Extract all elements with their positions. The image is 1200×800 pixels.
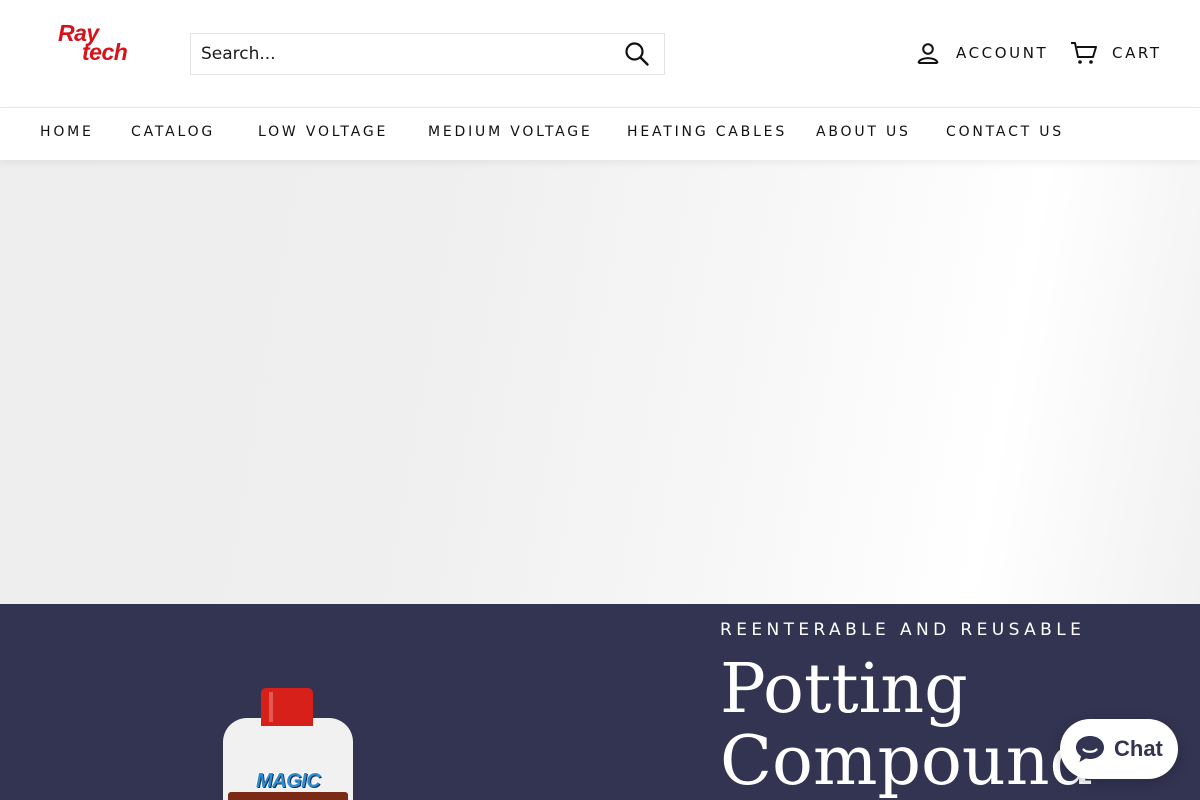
hero-banner-placeholder <box>0 160 1200 604</box>
account-label: ACCOUNT <box>956 44 1049 62</box>
nav-item-medium-voltage[interactable]: MEDIUM VOLTAGE <box>428 124 593 140</box>
nav-item-contact-us[interactable]: CONTACT US <box>946 124 1064 140</box>
promo-section: MAGIC REENTERABLE AND REUSABLE Potting C… <box>0 604 1200 800</box>
bottle-cap <box>261 688 313 726</box>
raytech-logo[interactable]: Ray tech <box>58 22 144 66</box>
promo-eyebrow: REENTERABLE AND REUSABLE <box>720 620 1086 640</box>
chat-button[interactable]: Chat <box>1060 719 1178 779</box>
nav-item-home[interactable]: HOME <box>40 124 94 140</box>
chat-label: Chat <box>1114 736 1163 761</box>
site-header: Ray tech ACCOUNT CART <box>0 0 1200 107</box>
search-bar <box>190 33 665 75</box>
user-icon <box>917 43 939 64</box>
bottle-label-stripe <box>228 792 348 800</box>
promo-title-line1: Potting <box>720 650 968 729</box>
search-button[interactable] <box>624 41 650 67</box>
nav-item-catalog[interactable]: CATALOG <box>131 124 215 140</box>
bottle-label-text: MAGIC <box>256 770 321 792</box>
search-input[interactable] <box>191 34 611 74</box>
chat-bubble-icon <box>1076 736 1104 762</box>
search-icon <box>625 42 649 66</box>
product-bottle-image[interactable]: MAGIC <box>220 688 356 800</box>
cart-icon <box>1071 42 1097 64</box>
cart-label: CART <box>1112 44 1162 62</box>
logo-text-tech: tech <box>82 39 128 65</box>
nav-item-low-voltage[interactable]: LOW VOLTAGE <box>258 124 388 140</box>
main-nav: HOME CATALOG LOW VOLTAGE MEDIUM VOLTAGE … <box>0 107 1200 160</box>
nav-item-about-us[interactable]: ABOUT US <box>816 124 911 140</box>
account-link[interactable]: ACCOUNT <box>916 40 1048 66</box>
cart-link[interactable]: CART <box>1070 40 1162 66</box>
nav-item-heating-cables[interactable]: HEATING CABLES <box>627 124 787 140</box>
